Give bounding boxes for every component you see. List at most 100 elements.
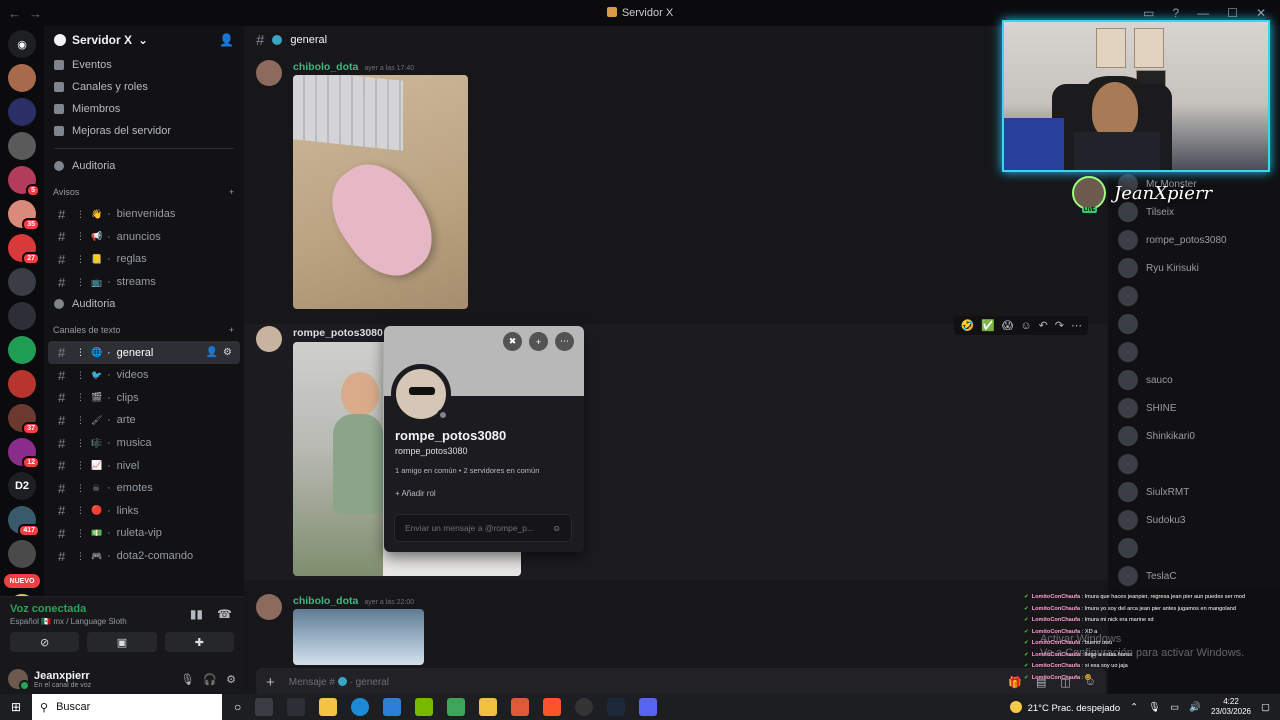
server-icon-12[interactable]: D2 [8, 472, 36, 500]
server-icon-2[interactable] [8, 132, 36, 160]
block-icon[interactable]: ✖ [503, 332, 522, 351]
member-item[interactable] [1118, 538, 1146, 558]
channel-item-clips[interactable]: # ⋮ 🎬 · clips [48, 387, 240, 410]
microphone-icon[interactable]: 🎙 [180, 673, 194, 686]
member-item[interactable]: SHINE [1118, 398, 1177, 418]
maximize-button[interactable]: ☐ [1227, 6, 1238, 20]
app-icon[interactable] [511, 698, 530, 716]
settings-gear-icon[interactable]: ⚙ [223, 347, 232, 358]
add-reaction-icon[interactable]: ☺ [1020, 320, 1031, 332]
clock[interactable]: 4:22 23/03/2026 [1211, 697, 1251, 717]
reaction-rofl[interactable]: 🤣 [960, 319, 974, 332]
obs-icon[interactable] [575, 698, 594, 716]
forward-arrow-icon[interactable]: → [29, 6, 42, 21]
server-icon-0[interactable] [8, 64, 36, 92]
channel-item-bienvenidas[interactable]: # ⋮ 👋 · bienvenidas [48, 203, 240, 226]
member-item[interactable]: Shinkikari0 [1118, 426, 1195, 446]
weather-widget[interactable]: 21°C Prac. despejado [1009, 700, 1120, 714]
audit-stage-channel-2[interactable]: Auditoria [44, 293, 244, 315]
taskbar-search[interactable]: ⚲ Buscar [32, 694, 222, 720]
add-attachment-icon[interactable]: + [266, 674, 275, 691]
category-text[interactable]: Canales de texto + [44, 319, 244, 341]
avatar[interactable] [8, 669, 30, 691]
add-channel-icon[interactable]: + [229, 325, 234, 335]
server-icon-3[interactable]: 5 [8, 166, 40, 197]
message-author[interactable]: rompe_potos3080 [293, 327, 383, 339]
message-author[interactable]: chibolo_dota [293, 61, 358, 73]
category-avisos[interactable]: Avisos + [44, 181, 244, 203]
windows-start-icon[interactable]: ⊞ [0, 694, 32, 720]
user-panel[interactable]: Jeanxpierr En el canal de voz 🎙 🎧 ⚙ [0, 664, 244, 694]
channel-item-streams[interactable]: # ⋮ 📺 · streams [48, 271, 240, 294]
chevron-up-icon[interactable]: ⌃ [1130, 702, 1138, 713]
server-icon-8[interactable] [8, 336, 36, 364]
camera-off-button[interactable]: ⊘ [10, 632, 80, 652]
guild-header[interactable]: Servidor X ⌄ 👤 [44, 26, 244, 54]
more-icon[interactable]: ⋯ [1071, 319, 1082, 332]
headphones-icon[interactable]: 🎧 [203, 673, 217, 686]
new-badge[interactable]: NUEVO [4, 574, 40, 588]
disconnect-icon[interactable]: ☎ [217, 607, 232, 621]
activities-button[interactable]: ✚ [164, 632, 234, 652]
server-icon-1[interactable] [8, 98, 36, 126]
member-item[interactable] [1118, 286, 1146, 306]
discord-home-icon[interactable]: ◉ [8, 30, 36, 58]
app-icon[interactable] [447, 698, 466, 716]
store-icon[interactable] [319, 698, 338, 716]
server-icon-11[interactable]: 12 [8, 438, 40, 469]
member-item[interactable] [1118, 454, 1146, 474]
steam-icon[interactable] [607, 698, 626, 716]
copilot-icon[interactable] [287, 698, 306, 716]
channel-item-arte[interactable]: # ⋮ 🖌 · arte [48, 409, 240, 432]
channel-item-ruleta-vip[interactable]: # ⋮ 💵 · ruleta-vip [48, 522, 240, 545]
server-icon-5[interactable]: 27 [8, 234, 40, 265]
menu-events[interactable]: Eventos [44, 54, 244, 76]
channel-item-anuncios[interactable]: # ⋮ 📢 · anuncios [48, 226, 240, 249]
add-channel-icon[interactable]: + [229, 187, 234, 197]
profile-message-input[interactable]: Enviar un mensaje a @rompe_p... ☺ [394, 514, 572, 542]
add-friend-icon[interactable]: + [529, 332, 548, 351]
member-item[interactable]: Sudoku3 [1118, 510, 1185, 530]
microphone-icon[interactable]: 🎙 [1148, 702, 1160, 713]
gift-icon[interactable]: 🎁 [1008, 676, 1022, 689]
channel-item-general[interactable]: # ⋮ 🌐 · general 👤 ⚙ [48, 341, 240, 364]
menu-members[interactable]: Miembros [44, 98, 244, 120]
reaction-check[interactable]: ✅ [981, 319, 995, 332]
channel-item-musica[interactable]: # ⋮ 🎼 · musica [48, 432, 240, 455]
member-item[interactable]: TeslaC [1118, 566, 1177, 586]
channel-item-videos[interactable]: # ⋮ 🐦 · videos [48, 364, 240, 387]
server-icon-13[interactable]: 417 [8, 506, 40, 537]
member-item[interactable]: sauco [1118, 370, 1173, 390]
menu-boosts[interactable]: Mejoras del servidor [44, 120, 244, 142]
task-view-icon[interactable]: ○ [234, 700, 241, 714]
discord-icon[interactable] [639, 698, 658, 716]
file-explorer-icon[interactable] [479, 698, 498, 716]
volume-icon[interactable]: 🔊 [1189, 702, 1201, 713]
server-icon-6[interactable] [8, 268, 36, 296]
server-icon-9[interactable] [8, 370, 36, 398]
avatar[interactable] [256, 60, 282, 86]
screen-share-button[interactable]: ▣ [87, 632, 157, 652]
minimize-button[interactable]: — [1197, 6, 1209, 20]
widgets-icon[interactable] [255, 698, 274, 716]
forward-icon[interactable]: ↷ [1055, 319, 1064, 332]
member-item[interactable] [1118, 314, 1146, 334]
member-item[interactable]: rompe_potos3080 [1118, 230, 1227, 250]
channel-item-nivel[interactable]: # ⋮ 📈 · nivel [48, 454, 240, 477]
channel-item-reglas[interactable]: # ⋮ 📒 · reglas [48, 248, 240, 271]
add-role-button[interactable]: + Añadir rol [395, 489, 436, 498]
reaction-scream[interactable]: 😱 [1002, 319, 1013, 332]
mail-icon[interactable] [383, 698, 402, 716]
menu-channels-roles[interactable]: Canales y roles [44, 76, 244, 98]
reply-icon[interactable]: ↶ [1039, 319, 1048, 332]
more-icon[interactable]: ⋯ [555, 332, 574, 351]
server-icon-7[interactable] [8, 302, 36, 330]
network-icon[interactable]: ▭ [1170, 702, 1179, 713]
nvidia-icon[interactable] [415, 698, 434, 716]
channel-item-links[interactable]: # ⋮ 🔴 · links [48, 500, 240, 523]
server-icon-10[interactable]: 37 [8, 404, 40, 435]
channel-item-dota2-comando[interactable]: # ⋮ 🎮 · dota2-comando [48, 545, 240, 568]
signal-icon[interactable]: ▮▮ [190, 607, 203, 621]
member-item[interactable]: Ryu Kirisuki [1118, 258, 1199, 278]
brave-icon[interactable] [543, 698, 562, 716]
